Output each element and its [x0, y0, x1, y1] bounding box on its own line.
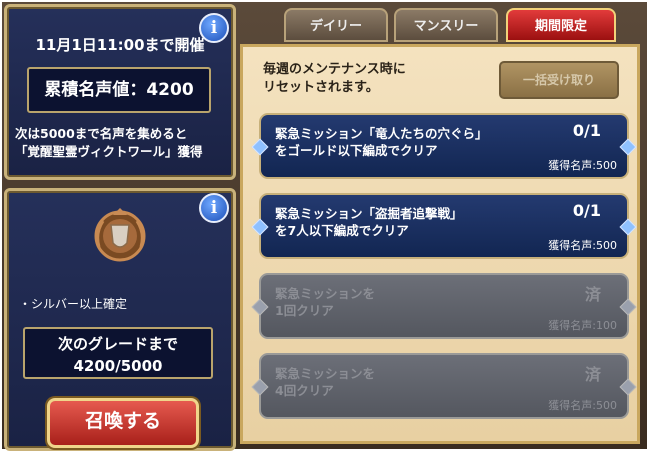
- mission-text: 緊急ミッション「盗掘者追撃戦」 を7人以下編成でクリア: [275, 205, 463, 239]
- mission-progress: 0/1: [572, 121, 601, 140]
- mission-panel: 毎週のメンテナンス時に リセットされます。 一括受け取り 緊急ミッション「竜人た…: [240, 44, 640, 444]
- summon-button[interactable]: 召喚する: [47, 398, 199, 448]
- mission-line-2: をゴールド以下編成でクリア: [275, 143, 438, 158]
- mission-line-1: 緊急ミッション「竜人たちの穴ぐら」: [275, 126, 488, 141]
- diamond-ornament-icon: [251, 298, 269, 316]
- fame-total: 累積名声値：4200: [27, 67, 211, 113]
- mission-text: 緊急ミッション「竜人たちの穴ぐら」 をゴールド以下編成でクリア: [275, 125, 488, 159]
- diamond-ornament-icon: [251, 378, 269, 396]
- mission-item-completed: 緊急ミッションを 4回クリア 済 獲得名声:500: [251, 353, 637, 419]
- mission-line-2: 1回クリア: [275, 303, 334, 318]
- diamond-ornament-icon: [619, 298, 637, 316]
- reset-line-2: リセットされます。: [263, 80, 379, 95]
- tab-monthly[interactable]: マンスリー: [394, 8, 498, 42]
- mission-reward: 獲得名声:500: [548, 239, 617, 252]
- diamond-ornament-icon: [619, 378, 637, 396]
- mission-line-2: 4回クリア: [275, 383, 334, 398]
- mission-reward: 獲得名声:500: [548, 159, 617, 172]
- grade-panel: i ・シルバー以上確定 次のグレードまで 4200/5000 召喚する: [4, 188, 236, 451]
- tab-daily[interactable]: デイリー: [284, 8, 388, 42]
- diamond-ornament-icon: [619, 138, 637, 156]
- next-grade-label: 次のグレードまで: [57, 335, 178, 353]
- mission-item[interactable]: 緊急ミッション「竜人たちの穴ぐら」 をゴールド以下編成でクリア 0/1 獲得名声…: [251, 113, 637, 179]
- mission-line-1: 緊急ミッション「盗掘者追撃戦」: [275, 206, 463, 221]
- rank-guarantee: ・シルバー以上確定: [19, 297, 128, 311]
- bulk-claim-button[interactable]: 一括受け取り: [499, 61, 619, 99]
- next-grade-value: 4200/5000: [73, 357, 163, 375]
- event-deadline: 11月1日11:00まで開催: [35, 36, 205, 54]
- mission-text: 緊急ミッションを 1回クリア: [275, 285, 375, 319]
- silver-medal-icon: [94, 208, 146, 262]
- diamond-ornament-icon: [251, 218, 269, 236]
- mission-line-1: 緊急ミッションを: [275, 366, 376, 381]
- reward-notice: 次は5000まで名声を集めると 「覚醒聖霊ヴィクトワール」獲得: [15, 125, 227, 161]
- event-info-panel: i 11月1日11:00まで開催 累積名声値：4200 次は5000まで名声を集…: [4, 4, 236, 180]
- reset-notice: 毎週のメンテナンス時に リセットされます。: [263, 61, 406, 97]
- reset-line-1: 毎週のメンテナンス時に: [263, 62, 406, 77]
- mission-line-1: 緊急ミッションを: [275, 286, 376, 301]
- mission-item-completed: 緊急ミッションを 1回クリア 済 獲得名声:100: [251, 273, 637, 339]
- mission-completed-mark: 済: [584, 365, 601, 384]
- diamond-ornament-icon: [619, 218, 637, 236]
- mission-reward: 獲得名声:100: [548, 319, 617, 332]
- tab-limited[interactable]: 期間限定: [506, 8, 616, 42]
- mission-line-2: を7人以下編成でクリア: [275, 223, 409, 238]
- mission-item[interactable]: 緊急ミッション「盗掘者追撃戦」 を7人以下編成でクリア 0/1 獲得名声:500: [251, 193, 637, 259]
- notice-line-1: 次は5000まで名声を集めると: [15, 126, 188, 141]
- mission-text: 緊急ミッションを 4回クリア: [275, 365, 375, 399]
- mission-reward: 獲得名声:500: [548, 399, 617, 412]
- diamond-ornament-icon: [251, 138, 269, 156]
- notice-line-2: 「覚醒聖霊ヴィクトワール」獲得: [15, 144, 203, 159]
- next-grade-box: 次のグレードまで 4200/5000: [23, 327, 213, 379]
- mission-completed-mark: 済: [584, 285, 601, 304]
- info-icon[interactable]: i: [199, 193, 229, 223]
- mission-progress: 0/1: [572, 201, 601, 220]
